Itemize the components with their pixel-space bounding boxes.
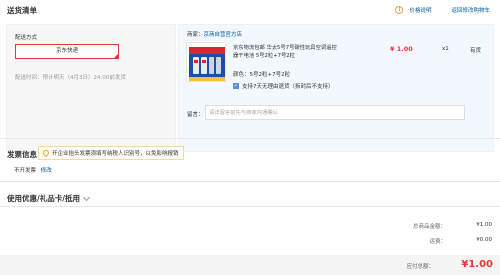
remark-input[interactable] xyxy=(205,105,465,120)
back-to-cart-link[interactable]: 返回修改购物车 xyxy=(451,6,490,14)
return-policy: ✓ 支持7天无理由退货（拆封后不支持） xyxy=(233,82,334,90)
payable-total: ¥1.00 xyxy=(461,259,493,270)
product-color: 颜色：5号2粒+7号2粒 xyxy=(233,70,290,78)
freight-label: 运费： xyxy=(429,239,446,245)
invoice-title: 发票信息 xyxy=(7,150,37,159)
shop-info: 商家：京商自营官方店 xyxy=(187,30,242,38)
invoice-modify-link[interactable]: 修改 xyxy=(41,168,52,174)
battery-product-icon xyxy=(187,43,225,81)
location-pin-icon xyxy=(41,148,51,158)
discount-toggle[interactable]: 使用优惠/礼品卡/抵用 xyxy=(7,193,91,204)
check-badge-icon: ✓ xyxy=(233,83,239,89)
shipping-option-jd-express[interactable]: 京东快递 xyxy=(15,44,119,59)
goods-total-value: ¥1.00 xyxy=(476,222,492,228)
freight-value: ¥0.00 xyxy=(476,237,492,243)
color-value: 5号2粒+7号2粒 xyxy=(249,72,291,78)
product-price: ¥ 1.00 xyxy=(390,45,413,53)
color-label: 颜色： xyxy=(233,72,250,78)
info-icon: ! xyxy=(395,6,404,14)
payable-label: 应付总额： xyxy=(406,264,434,270)
page-title: 送货清单 xyxy=(7,6,37,15)
remark-label: 留言： xyxy=(187,112,204,118)
product-image[interactable] xyxy=(186,42,226,82)
section-divider xyxy=(0,206,500,207)
shipping-method-label: 配送方式 xyxy=(15,35,38,41)
return-policy-text: 支持7天无理由退货（拆封后不支持） xyxy=(242,84,334,90)
header-actions: ! 价格说明 返回修改购物车 xyxy=(395,6,490,14)
stock-status: 有货 xyxy=(470,48,482,54)
invoice-status: 不开发票 xyxy=(14,168,37,174)
shipping-time: 配送时间：预计明天（4月3日）24:00前发货 xyxy=(15,75,126,81)
section-divider xyxy=(0,138,500,139)
shipping-panel: 配送方式 京东快递 配送时间：预计明天（4月3日）24:00前发货 xyxy=(6,24,176,152)
chevron-down-icon xyxy=(82,193,91,201)
invoice-value: 不开发票 修改 xyxy=(14,166,52,174)
section-divider xyxy=(0,181,500,182)
goods-total-label: 总商品金额： xyxy=(412,224,446,230)
invoice-tip: 开企业抬头发票须填写纳税人识别号，以免影响报销 xyxy=(38,146,184,160)
shop-name-link[interactable]: 京商自营官方店 xyxy=(204,32,243,38)
invoice-tip-text: 开企业抬头发票须填写纳税人识别号，以免影响报销 xyxy=(52,151,179,157)
shop-label: 商家： xyxy=(187,32,204,38)
price-note-link[interactable]: 价格说明 xyxy=(409,6,431,14)
order-items-panel: 商家：京商自营官方店 京东物流包邮 华太5号7号碳性玩具空调遥控器干电池 5号2… xyxy=(178,24,494,152)
product-quantity: x1 xyxy=(442,46,449,52)
product-title[interactable]: 京东物流包邮 华太5号7号碳性玩具空调遥控器干电池 5号2粒+7号2粒 xyxy=(233,44,337,60)
discount-title: 使用优惠/礼品卡/抵用 xyxy=(7,194,80,203)
